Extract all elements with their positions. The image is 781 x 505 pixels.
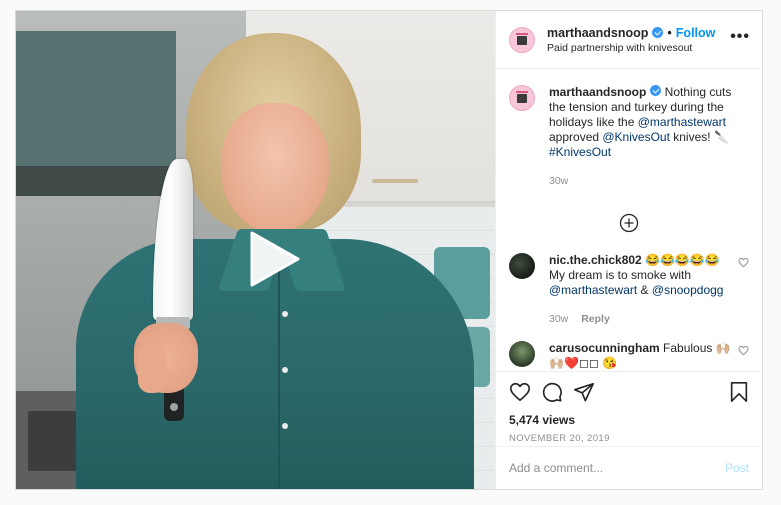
caption-text: knives! 🔪 [669, 130, 729, 144]
comment-body: nic.the.chick802 😂😂😂😂😂 My dream is to sm… [549, 253, 732, 327]
comment-bubble-icon[interactable] [541, 381, 563, 403]
avatar[interactable] [509, 253, 535, 279]
follow-button[interactable]: Follow [676, 26, 716, 40]
dot-separator: • [667, 25, 672, 40]
heart-icon[interactable] [509, 381, 531, 403]
avatar[interactable] [509, 85, 535, 111]
person-face [221, 103, 329, 233]
range-hood-vent [16, 166, 176, 196]
mention-link[interactable]: @marthastewart [549, 283, 637, 297]
caption-time[interactable]: 30w [549, 175, 568, 187]
post-video[interactable] [16, 11, 495, 489]
shirt-button [282, 367, 288, 373]
post-date[interactable]: NOVEMBER 20, 2019 [509, 433, 750, 444]
caption-meta: 30w [549, 174, 749, 189]
verified-badge-icon [650, 85, 662, 96]
comment-username[interactable]: carusocunningham [549, 341, 660, 355]
knife-rivet [170, 403, 178, 411]
avatar[interactable] [509, 26, 535, 53]
heart-icon[interactable] [738, 345, 749, 356]
view-count[interactable]: 5,474 views [509, 413, 750, 427]
hashtag-link[interactable]: #KnivesOut [549, 145, 611, 159]
heart-icon[interactable] [738, 257, 749, 268]
shirt-button [282, 423, 288, 429]
comment-body: carusocunningham Fabulous 🙌🏼 🙌🏼❤️◻◻ 😘 [549, 341, 732, 371]
shirt-placket [278, 261, 280, 489]
caption-body: marthaandsnoop Nothing cuts the tension … [549, 85, 749, 189]
paper-plane-icon[interactable] [573, 381, 595, 403]
avatar[interactable] [509, 341, 535, 367]
mention-link[interactable]: @marthastewart [638, 115, 726, 129]
caption-username[interactable]: marthaandsnoop [549, 85, 646, 99]
play-icon[interactable] [246, 231, 302, 287]
paid-partnership-label[interactable]: Paid partnership with knivesout [547, 42, 730, 54]
shirt-button [282, 311, 288, 317]
verified-badge-icon [652, 27, 664, 38]
post-button[interactable]: Post [725, 461, 749, 475]
plus-circle-icon[interactable] [619, 213, 639, 233]
post-header: marthaandsnoop • Follow Paid partnership… [496, 11, 762, 69]
username-link[interactable]: marthaandsnoop [547, 26, 648, 40]
cabinet-handle [372, 179, 418, 183]
more-options-icon[interactable]: ••• [730, 28, 750, 45]
reply-button[interactable]: Reply [581, 313, 610, 325]
comment-time[interactable]: 30w [549, 313, 568, 325]
range-hood [16, 31, 176, 166]
comment-meta: 30w Reply [549, 312, 732, 327]
caption-text: approved [549, 130, 603, 144]
comment-username[interactable]: nic.the.chick802 [549, 253, 642, 267]
action-bar: 5,474 views NOVEMBER 20, 2019 [496, 371, 762, 446]
comment-item: carusocunningham Fabulous 🙌🏼 🙌🏼❤️◻◻ 😘 [509, 341, 749, 371]
mention-link[interactable]: @snoopdogg [652, 283, 724, 297]
comment-text: & [637, 283, 652, 297]
action-icons [509, 380, 750, 404]
instagram-post: marthaandsnoop • Follow Paid partnership… [15, 10, 763, 490]
header-text: marthaandsnoop • Follow Paid partnership… [547, 26, 730, 54]
post-side-panel: marthaandsnoop • Follow Paid partnership… [495, 11, 762, 489]
comment-composer: Post [496, 446, 762, 488]
comments-section: marthaandsnoop Nothing cuts the tension … [496, 69, 762, 371]
comment-item: nic.the.chick802 😂😂😂😂😂 My dream is to sm… [509, 253, 749, 327]
mention-link[interactable]: @KnivesOut [602, 130, 670, 144]
caption: marthaandsnoop Nothing cuts the tension … [509, 85, 749, 189]
bookmark-icon[interactable] [728, 381, 750, 403]
hand-fingers [138, 343, 166, 393]
comment-input[interactable] [509, 460, 725, 475]
header-line: marthaandsnoop • Follow [547, 26, 730, 40]
